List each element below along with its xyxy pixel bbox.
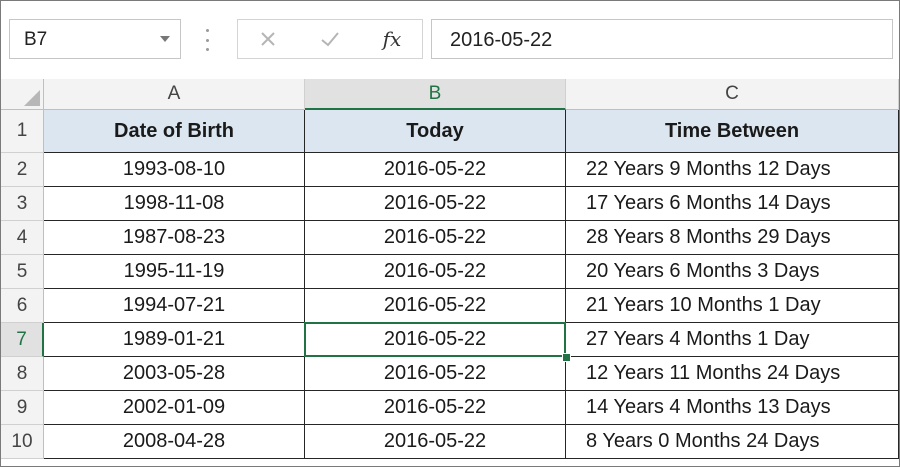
- insert-function-button[interactable]: fx: [372, 20, 412, 58]
- cell-c7[interactable]: 27 Years 4 Months 1 Day: [566, 323, 899, 357]
- cell-a2[interactable]: 1993-08-10: [44, 153, 305, 187]
- formula-value: 2016-05-22: [450, 29, 553, 51]
- cell-a4[interactable]: 1987-08-23: [44, 221, 305, 255]
- cell-a9[interactable]: 2002-01-09: [44, 391, 305, 425]
- formula-buttons: fx: [237, 19, 423, 59]
- cell-b2[interactable]: 2016-05-22: [305, 153, 566, 187]
- cell-a6[interactable]: 1994-07-21: [44, 289, 305, 323]
- drag-handle-icon[interactable]: [204, 29, 210, 51]
- cell-c2[interactable]: 22 Years 9 Months 12 Days: [566, 153, 899, 187]
- fill-handle[interactable]: [562, 353, 571, 362]
- column-header-a[interactable]: A: [44, 79, 305, 110]
- cell-c8[interactable]: 12 Years 11 Months 24 Days: [566, 357, 899, 391]
- cell-a5[interactable]: 1995-11-19: [44, 255, 305, 289]
- row-header-5[interactable]: 5: [1, 255, 44, 289]
- formula-input[interactable]: 2016-05-22: [431, 19, 893, 59]
- row-header-2[interactable]: 2: [1, 153, 44, 187]
- row-header-9[interactable]: 9: [1, 391, 44, 425]
- cell-c4[interactable]: 28 Years 8 Months 29 Days: [566, 221, 899, 255]
- select-all-icon: [24, 90, 40, 106]
- row-header-4[interactable]: 4: [1, 221, 44, 255]
- cell-a7[interactable]: 1989-01-21: [44, 323, 305, 357]
- row-header-3[interactable]: 3: [1, 187, 44, 221]
- cell-b8[interactable]: 2016-05-22: [305, 357, 566, 391]
- cell-b9[interactable]: 2016-05-22: [305, 391, 566, 425]
- cell-c9[interactable]: 14 Years 4 Months 13 Days: [566, 391, 899, 425]
- cell-a1[interactable]: Date of Birth: [44, 110, 305, 153]
- cell-b7[interactable]: 2016-05-22: [305, 323, 566, 357]
- column-header-b[interactable]: B: [305, 79, 566, 110]
- row-header-1[interactable]: 1: [1, 110, 44, 153]
- row-header-7[interactable]: 7: [1, 323, 44, 357]
- cell-a3[interactable]: 1998-11-08: [44, 187, 305, 221]
- row-header-8[interactable]: 8: [1, 357, 44, 391]
- cell-b4[interactable]: 2016-05-22: [305, 221, 566, 255]
- chevron-down-icon[interactable]: [160, 36, 170, 42]
- checkmark-icon: [321, 32, 339, 47]
- column-header-c[interactable]: C: [566, 79, 899, 110]
- select-all-button[interactable]: [1, 79, 44, 110]
- cell-c1[interactable]: Time Between: [566, 110, 899, 153]
- cell-c5[interactable]: 20 Years 6 Months 3 Days: [566, 255, 899, 289]
- cancel-button[interactable]: [248, 20, 288, 58]
- fx-icon: fx: [382, 27, 402, 51]
- cell-a10[interactable]: 2008-04-28: [44, 425, 305, 459]
- spreadsheet-window: B7 fx 2016-05-22 A B C 1 Date of Birth T…: [0, 0, 900, 467]
- cell-a8[interactable]: 2003-05-28: [44, 357, 305, 391]
- row-header-6[interactable]: 6: [1, 289, 44, 323]
- name-box-value: B7: [24, 29, 48, 50]
- formula-bar: B7 fx 2016-05-22: [1, 1, 899, 80]
- cell-b6[interactable]: 2016-05-22: [305, 289, 566, 323]
- cell-c3[interactable]: 17 Years 6 Months 14 Days: [566, 187, 899, 221]
- cell-b5[interactable]: 2016-05-22: [305, 255, 566, 289]
- cell-b1[interactable]: Today: [305, 110, 566, 153]
- row-header-10[interactable]: 10: [1, 425, 44, 459]
- cell-b10[interactable]: 2016-05-22: [305, 425, 566, 459]
- close-icon: [261, 32, 275, 46]
- cell-c10[interactable]: 8 Years 0 Months 24 Days: [566, 425, 899, 459]
- enter-button[interactable]: [310, 20, 350, 58]
- name-box[interactable]: B7: [9, 19, 181, 59]
- cell-b3[interactable]: 2016-05-22: [305, 187, 566, 221]
- cell-c6[interactable]: 21 Years 10 Months 1 Day: [566, 289, 899, 323]
